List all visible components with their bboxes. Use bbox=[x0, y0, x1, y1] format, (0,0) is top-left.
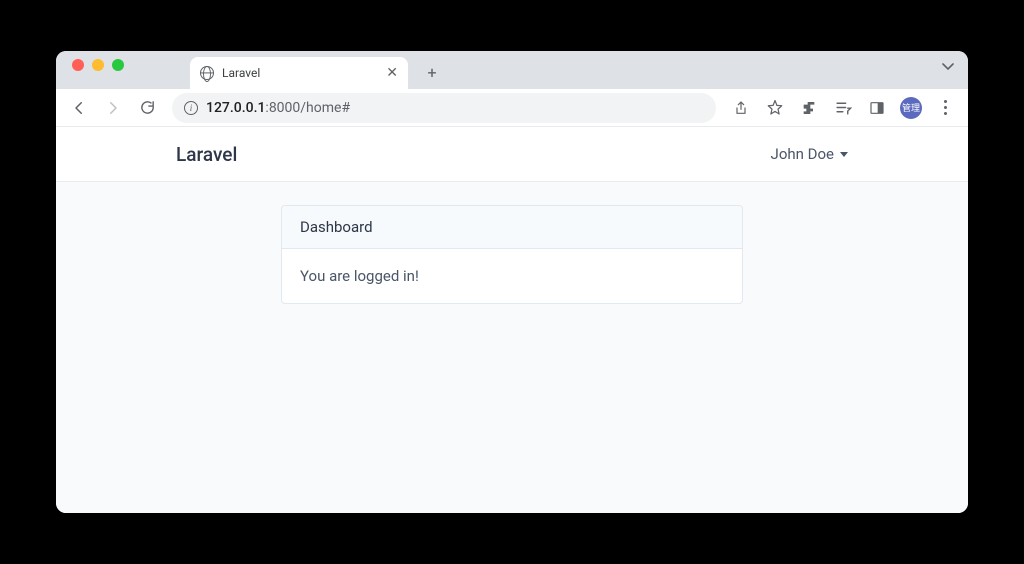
tab-bar: Laravel ✕ + bbox=[56, 51, 968, 89]
profile-avatar[interactable]: 管理 bbox=[896, 93, 926, 123]
user-menu-dropdown[interactable]: John Doe bbox=[771, 145, 848, 163]
browser-toolbar: i 127.0.0.1:8000/home# 管理 bbox=[56, 89, 968, 127]
card-body: You are logged in! bbox=[282, 249, 742, 303]
caret-down-icon bbox=[840, 152, 848, 157]
bookmark-icon[interactable] bbox=[760, 93, 790, 123]
app-navbar: Laravel John Doe bbox=[56, 127, 968, 181]
chevron-down-icon[interactable] bbox=[942, 63, 954, 71]
dashboard-card: Dashboard You are logged in! bbox=[281, 205, 743, 304]
browser-tab[interactable]: Laravel ✕ bbox=[190, 57, 408, 89]
side-panel-icon[interactable] bbox=[862, 93, 892, 123]
maximize-window-button[interactable] bbox=[112, 59, 124, 71]
minimize-window-button[interactable] bbox=[92, 59, 104, 71]
main-content: Dashboard You are logged in! bbox=[56, 181, 968, 328]
user-name-label: John Doe bbox=[771, 145, 834, 163]
close-window-button[interactable] bbox=[72, 59, 84, 71]
forward-button[interactable] bbox=[98, 93, 128, 123]
globe-icon bbox=[200, 66, 214, 80]
reload-button[interactable] bbox=[132, 93, 162, 123]
new-tab-button[interactable]: + bbox=[418, 58, 446, 86]
share-icon[interactable] bbox=[726, 93, 756, 123]
menu-button[interactable] bbox=[930, 93, 960, 123]
url-text: 127.0.0.1:8000/home# bbox=[206, 100, 350, 116]
page-content: Laravel John Doe Dashboard You are logge… bbox=[56, 127, 968, 513]
tab-title: Laravel bbox=[222, 66, 378, 80]
extensions-icon[interactable] bbox=[794, 93, 824, 123]
address-bar[interactable]: i 127.0.0.1:8000/home# bbox=[172, 93, 716, 123]
brand-link[interactable]: Laravel bbox=[176, 143, 237, 166]
back-button[interactable] bbox=[64, 93, 94, 123]
close-tab-button[interactable]: ✕ bbox=[386, 65, 398, 81]
window-controls bbox=[64, 59, 132, 81]
card-header: Dashboard bbox=[282, 206, 742, 249]
reading-list-icon[interactable] bbox=[828, 93, 858, 123]
browser-window: Laravel ✕ + i 127.0.0.1:8000/home# bbox=[56, 51, 968, 513]
site-info-icon[interactable]: i bbox=[184, 101, 198, 115]
